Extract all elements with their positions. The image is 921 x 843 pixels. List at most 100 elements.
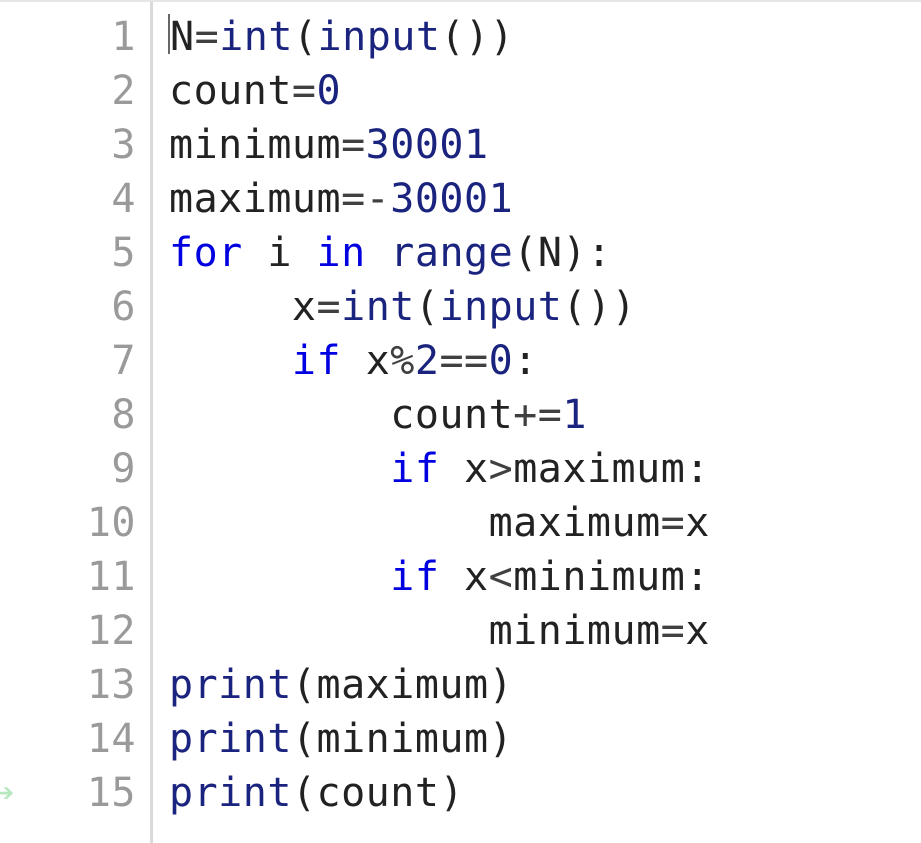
line-number-value: 5 bbox=[111, 230, 136, 276]
code-line[interactable]: minimum=30001 bbox=[169, 118, 710, 172]
token-kw: if bbox=[390, 446, 439, 492]
token-kw: if bbox=[292, 338, 341, 384]
token-punc: : bbox=[587, 230, 612, 276]
code-line[interactable]: for i in range(N): bbox=[169, 226, 710, 280]
token-id bbox=[169, 338, 292, 384]
token-id: minimum bbox=[317, 716, 489, 762]
token-id bbox=[439, 554, 464, 600]
token-punc: ) bbox=[489, 716, 514, 762]
code-editor[interactable]: 1234567891011121314➔15 N=int(input())cou… bbox=[0, 0, 921, 843]
line-number: 10 bbox=[0, 496, 136, 550]
line-number-value: 14 bbox=[87, 716, 136, 762]
code-line[interactable]: print(maximum) bbox=[169, 658, 710, 712]
token-id: x bbox=[464, 446, 489, 492]
token-op: = bbox=[341, 176, 366, 222]
line-number-value: 9 bbox=[111, 446, 136, 492]
code-line[interactable]: count+=1 bbox=[169, 388, 710, 442]
line-number-value: 10 bbox=[87, 500, 136, 546]
line-number-value: 15 bbox=[87, 770, 136, 816]
token-fn: print bbox=[169, 662, 292, 708]
token-id: maximum bbox=[513, 446, 685, 492]
token-id: N bbox=[538, 230, 563, 276]
token-id: x bbox=[685, 608, 710, 654]
token-id: i bbox=[267, 230, 292, 276]
line-number-gutter: 1234567891011121314➔15 bbox=[0, 2, 150, 843]
token-num: 30001 bbox=[390, 176, 513, 222]
token-num: 0 bbox=[489, 338, 514, 384]
token-id bbox=[169, 608, 489, 654]
token-id bbox=[169, 284, 292, 330]
token-id: x bbox=[292, 284, 317, 330]
line-number: 14 bbox=[0, 712, 136, 766]
line-number: 1 bbox=[0, 10, 136, 64]
line-number-value: 1 bbox=[111, 14, 136, 60]
code-line[interactable]: if x<minimum: bbox=[169, 550, 710, 604]
line-number-value: 12 bbox=[87, 608, 136, 654]
token-id: count bbox=[390, 392, 513, 438]
line-number: 13 bbox=[0, 658, 136, 712]
token-punc: ) bbox=[587, 284, 612, 330]
line-number: 7 bbox=[0, 334, 136, 388]
token-punc: ( bbox=[293, 14, 318, 60]
current-line-arrow-icon: ➔ bbox=[0, 776, 15, 810]
token-punc: : bbox=[685, 446, 710, 492]
code-line[interactable]: N=int(input()) bbox=[169, 10, 710, 64]
token-op: += bbox=[513, 392, 562, 438]
token-num: 2 bbox=[415, 338, 440, 384]
code-line[interactable]: maximum=x bbox=[169, 496, 710, 550]
token-id: minimum bbox=[489, 608, 661, 654]
token-punc: ( bbox=[292, 770, 317, 816]
code-line[interactable]: if x%2==0: bbox=[169, 334, 710, 388]
token-punc: ) bbox=[489, 662, 514, 708]
code-line[interactable]: print(count) bbox=[169, 766, 710, 820]
token-op: = bbox=[661, 608, 686, 654]
line-number-value: 13 bbox=[87, 662, 136, 708]
token-kw: if bbox=[390, 554, 439, 600]
token-id: maximum bbox=[169, 176, 341, 222]
token-id bbox=[169, 500, 489, 546]
line-number: 8 bbox=[0, 388, 136, 442]
code-line[interactable]: print(minimum) bbox=[169, 712, 710, 766]
token-punc: ) bbox=[439, 770, 464, 816]
token-id bbox=[341, 338, 366, 384]
line-number-value: 7 bbox=[111, 338, 136, 384]
token-num: 0 bbox=[317, 68, 342, 114]
token-op: = bbox=[195, 14, 220, 60]
token-op: = bbox=[661, 500, 686, 546]
line-number: 2 bbox=[0, 64, 136, 118]
token-op: = bbox=[341, 122, 366, 168]
token-punc: ) bbox=[465, 14, 490, 60]
line-number-value: 4 bbox=[111, 176, 136, 222]
token-punc: ( bbox=[292, 662, 317, 708]
token-id: count bbox=[169, 68, 292, 114]
token-id: minimum bbox=[169, 122, 341, 168]
token-fn: print bbox=[169, 716, 292, 762]
token-punc: ) bbox=[612, 284, 637, 330]
code-line[interactable]: minimum=x bbox=[169, 604, 710, 658]
token-fn: print bbox=[169, 770, 292, 816]
code-line[interactable]: maximum=-30001 bbox=[169, 172, 710, 226]
code-area[interactable]: N=int(input())count=0minimum=30001maximu… bbox=[153, 2, 710, 843]
line-number: 11 bbox=[0, 550, 136, 604]
token-op: == bbox=[439, 338, 488, 384]
token-id bbox=[169, 446, 390, 492]
token-id bbox=[292, 230, 317, 276]
token-kw: for bbox=[169, 230, 243, 276]
line-number: 4 bbox=[0, 172, 136, 226]
code-line[interactable]: if x>maximum: bbox=[169, 442, 710, 496]
code-line[interactable]: x=int(input()) bbox=[169, 280, 710, 334]
token-id: x bbox=[366, 338, 391, 384]
line-number-value: 6 bbox=[111, 284, 136, 330]
token-punc: : bbox=[685, 554, 710, 600]
token-id bbox=[366, 230, 391, 276]
token-id: maximum bbox=[489, 500, 661, 546]
token-op: = bbox=[317, 284, 342, 330]
token-fn: range bbox=[390, 230, 513, 276]
code-line[interactable]: count=0 bbox=[169, 64, 710, 118]
token-fn: input bbox=[439, 284, 562, 330]
token-id: x bbox=[464, 554, 489, 600]
token-op: - bbox=[366, 176, 391, 222]
line-number: 5 bbox=[0, 226, 136, 280]
token-num: 30001 bbox=[366, 122, 489, 168]
token-punc: ) bbox=[490, 14, 515, 60]
